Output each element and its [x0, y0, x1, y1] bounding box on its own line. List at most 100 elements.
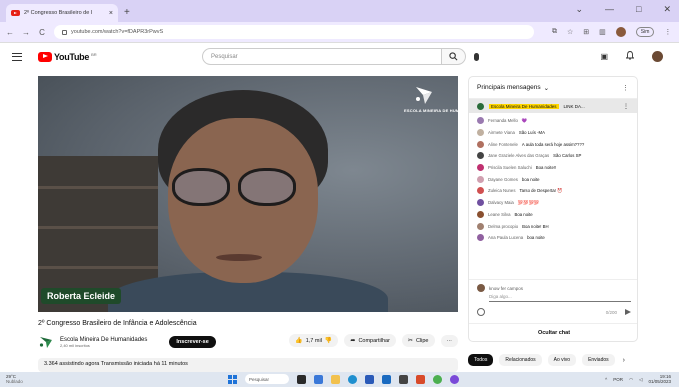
browser-tab-strip: 2º Congresso Brasileiro de I × + ⌄ — □ ✕	[0, 0, 679, 22]
speaker-mouth	[216, 254, 262, 261]
chat-avatar	[477, 210, 484, 218]
pinned-message[interactable]: Escola Mineira De Humanidades LINK DA...…	[469, 99, 637, 113]
clip-button[interactable]: ✂ Clipe	[401, 334, 435, 347]
forward-button[interactable]: →	[22, 28, 30, 37]
chat-header: Principais mensagens ⌄ ⋮	[469, 77, 637, 99]
create-video-icon[interactable]: ▣	[600, 52, 608, 61]
sidebar-icon[interactable]: ▥	[599, 28, 606, 36]
channel-logo-icon[interactable]	[38, 334, 54, 350]
search-input[interactable]: Pesquisar	[202, 48, 442, 65]
widgets-icon[interactable]	[314, 374, 323, 384]
pinned-menu-icon[interactable]: ⋮	[623, 103, 629, 110]
windows-taskbar: 29°C Nublado Pesquisar ^ POR ◠ ◁ 19:16 0…	[0, 372, 679, 387]
chat-avatar	[477, 129, 484, 137]
maximize-button[interactable]: □	[636, 4, 641, 15]
search-area: Pesquisar	[202, 48, 479, 65]
pinned-text: LINK DA...	[563, 103, 585, 109]
wifi-icon[interactable]: ◠	[629, 377, 633, 383]
task-view-icon[interactable]	[297, 374, 306, 384]
volume-icon[interactable]: ◁	[639, 377, 642, 383]
app-icon[interactable]	[450, 374, 459, 384]
url-bar[interactable]: youtube.com/watch?v=fDAPR3rPwvS	[54, 25, 534, 39]
chat-author: Ana Paula Lucena	[488, 235, 524, 241]
share-page-icon[interactable]: ⧉	[552, 28, 557, 36]
clock[interactable]: 19:16 01/05/2023	[648, 374, 671, 384]
speaker-glasses-left	[172, 168, 230, 206]
live-chat-panel: Principais mensagens ⌄ ⋮ Escola Mineira …	[468, 76, 638, 342]
chat-author: Delma procopio	[488, 223, 519, 229]
chevron-down-icon[interactable]: ⌄	[544, 84, 549, 92]
thumbs-up-icon: 👍	[295, 338, 303, 344]
subscribe-button[interactable]: Inscrever-se	[169, 336, 216, 348]
more-actions-button[interactable]: ···	[440, 334, 458, 347]
chat-author: Aline Fontenele	[488, 141, 518, 147]
taskbar-search[interactable]: Pesquisar	[245, 374, 289, 384]
hide-chat-button[interactable]: Ocultar chat	[469, 323, 637, 341]
new-tab-button[interactable]: +	[124, 7, 130, 18]
share-button[interactable]: ➦ Compartilhar	[344, 334, 396, 347]
chat-text: A aula toda será hoje assim????	[521, 141, 585, 147]
emoji-icon[interactable]	[477, 308, 485, 316]
store-icon[interactable]	[365, 374, 374, 384]
chip-live[interactable]: Ao vivo	[547, 354, 577, 366]
mail-icon[interactable]	[382, 374, 391, 384]
address-bar-row: ← → C youtube.com/watch?v=fDAPR3rPwvS ⧉ …	[0, 22, 679, 43]
windows-start-icon[interactable]	[228, 374, 237, 384]
send-icon[interactable]	[625, 309, 631, 315]
search-button[interactable]	[442, 48, 466, 65]
chat-avatar	[477, 140, 484, 148]
user-avatar[interactable]	[652, 51, 663, 62]
thumbs-down-icon[interactable]: 👎	[325, 337, 332, 344]
language-indicator[interactable]: POR	[613, 377, 623, 382]
profile-label[interactable]: Sim	[635, 27, 655, 37]
chat-mode-selector[interactable]: Principais mensagens	[477, 84, 541, 91]
edge-icon[interactable]	[348, 374, 357, 384]
chat-menu-icon[interactable]: ⋮	[622, 84, 629, 92]
chrome-icon[interactable]	[433, 374, 442, 384]
scissors-icon: ✂	[407, 338, 413, 344]
youtube-logo[interactable]: YouTube BR	[38, 51, 97, 62]
watermark-text: ESCOLA MINEIRA DE HUMANIDADES	[404, 108, 458, 113]
speaker-glasses-right	[238, 168, 296, 206]
channel-name[interactable]: Escola Mineira De Humanidades	[60, 337, 147, 343]
back-button[interactable]: ←	[6, 28, 14, 37]
description-box[interactable]: 3.364 assistindo agora Transmissão inici…	[38, 358, 458, 372]
char-counter: 0/200	[605, 309, 617, 315]
browser-tab[interactable]: 2º Congresso Brasileiro de I ×	[6, 4, 118, 22]
hamburger-menu-icon[interactable]	[12, 52, 22, 61]
chat-text: 💯💯💯💯	[517, 199, 540, 205]
close-window-button[interactable]: ✕	[663, 4, 671, 15]
chip-related[interactable]: Relacionados	[499, 354, 542, 366]
chat-message-input[interactable]: Diga algo...	[489, 294, 631, 302]
media-icon[interactable]	[399, 374, 408, 384]
browser-profile-avatar[interactable]	[615, 27, 626, 37]
weather-widget[interactable]: 29°C Nublado	[6, 374, 23, 384]
extensions-icon[interactable]: ⊞	[583, 28, 589, 36]
reload-button[interactable]: C	[38, 28, 46, 37]
microphone-icon[interactable]	[474, 52, 479, 61]
chat-message: Zuleica Nunes Tarso de Despertar ⏰	[477, 185, 629, 197]
search-icon	[449, 52, 458, 61]
chat-text: Boa noite! BH	[522, 223, 549, 229]
tab-search-button[interactable]: ⌄	[575, 4, 583, 15]
weather-desc: Nublado	[6, 378, 23, 384]
chip-all[interactable]: Todos	[468, 354, 494, 366]
video-player[interactable]: ESCOLA MINEIRA DE HUMANIDADES Roberta Ec…	[38, 76, 458, 312]
like-dislike-button[interactable]: 👍 1,7 mil 👎	[289, 334, 339, 347]
tray-chevron-icon[interactable]: ^	[605, 377, 607, 382]
chat-message: Dayane Gomes boa noite	[477, 173, 629, 185]
chat-avatar	[477, 187, 484, 195]
file-explorer-icon[interactable]	[331, 374, 340, 384]
notifications-bell-icon[interactable]	[625, 51, 635, 62]
tab-title: 2º Congresso Brasileiro de I	[24, 10, 93, 16]
bookmark-star-icon[interactable]: ☆	[567, 28, 573, 36]
minimize-button[interactable]: —	[605, 4, 614, 15]
channel-meta: Escola Mineira De Humanidades 2,40 mil i…	[60, 337, 147, 348]
chips-next-chevron-icon[interactable]: ›	[623, 357, 625, 364]
browser-menu-icon[interactable]: ⋮	[664, 28, 671, 36]
chat-avatar	[477, 234, 484, 242]
tab-close-button[interactable]: ×	[109, 10, 113, 17]
chat-message: Ana Paula Lucena boa noite	[477, 232, 629, 244]
chip-uploaded[interactable]: Enviados	[582, 354, 615, 366]
office-icon[interactable]	[416, 374, 425, 384]
